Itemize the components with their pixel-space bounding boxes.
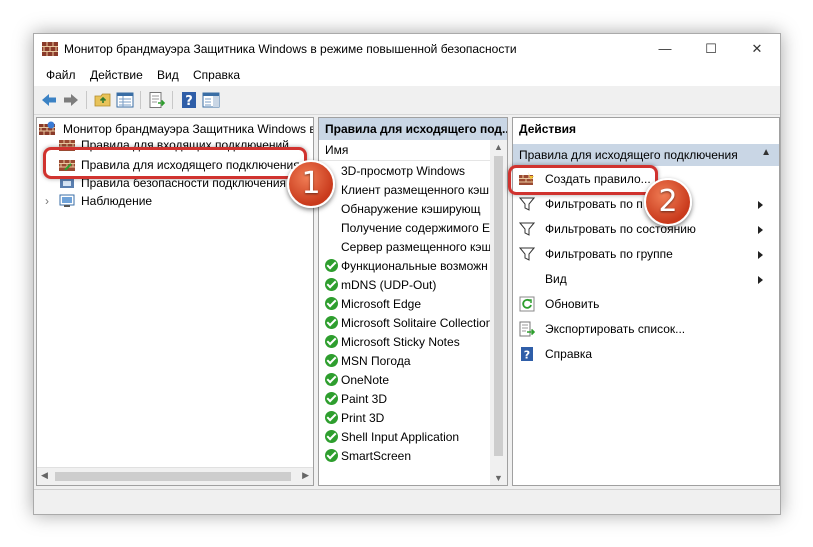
horizontal-scrollbar[interactable]: ◀ ▶ [37, 467, 313, 485]
export-icon [519, 321, 536, 337]
toolbar-separator [172, 91, 173, 109]
enabled-check-icon [325, 411, 338, 424]
svg-text:?: ? [185, 94, 193, 109]
rule-name: Обнаружение кэширующ [341, 202, 481, 216]
forward-arrow-icon[interactable] [62, 91, 80, 109]
callout-highlight-outbound-rules [43, 147, 307, 179]
action-item[interactable]: Экспортировать список... [519, 318, 773, 340]
export-list-icon[interactable] [148, 91, 166, 109]
enabled-check-icon [325, 259, 338, 272]
actions-pane-header: Действия [513, 118, 779, 140]
scroll-right-icon[interactable]: ▶ [302, 470, 309, 481]
menu-bar: Файл Действие Вид Справка [34, 64, 780, 86]
rule-name: Сервер размещенного кэш [341, 240, 492, 254]
column-header-name[interactable]: Имя [319, 140, 507, 161]
enabled-check-icon [325, 430, 338, 443]
rule-name: MSN Погода [341, 354, 411, 368]
close-button[interactable]: ✕ [734, 34, 780, 64]
submenu-arrow-icon [758, 276, 763, 284]
action-item[interactable]: Фильтровать по состоянию [518, 218, 773, 240]
actions-section-header[interactable]: Правила для исходящего подключения ▲ [513, 144, 779, 166]
scrollbar-thumb[interactable] [494, 156, 503, 456]
enabled-check-icon [325, 392, 338, 405]
firewall-icon [39, 121, 55, 135]
rule-name: Функциональные возможн [341, 259, 488, 273]
help-icon: ? [519, 346, 535, 362]
action-label: Экспортировать список... [545, 322, 686, 336]
enabled-check-icon [325, 449, 338, 462]
monitoring-icon [59, 194, 75, 207]
rule-name: Shell Input Application [341, 430, 460, 444]
rule-name: mDNS (UDP-Out) [341, 278, 437, 292]
menu-action[interactable]: Действие [90, 68, 143, 82]
rules-pane-header: Правила для исходящего под... [319, 118, 507, 140]
rule-name: Print 3D [341, 411, 385, 425]
action-item[interactable]: ? Справка [519, 343, 773, 365]
rule-name: Клиент размещенного кэш [341, 183, 490, 197]
enabled-check-icon [325, 316, 338, 329]
app-window: Монитор брандмауэра Защитника Windows в … [33, 33, 781, 515]
title-bar: Монитор брандмауэра Защитника Windows в … [34, 34, 780, 64]
enabled-check-icon [325, 278, 338, 291]
filter-icon [518, 246, 536, 262]
action-item[interactable]: Обновить [519, 293, 773, 315]
scroll-up-icon[interactable]: ▲ [494, 142, 503, 152]
rule-name: Microsoft Sticky Notes [341, 335, 460, 349]
up-folder-icon[interactable] [94, 91, 112, 109]
filter-icon [518, 196, 536, 212]
action-item[interactable]: Вид [519, 268, 773, 290]
rules-list-pane: Правила для исходящего под... Имя 3D-про… [318, 117, 508, 486]
action-label: Справка [545, 347, 593, 361]
filter-icon [518, 221, 536, 237]
scroll-down-icon[interactable]: ▼ [494, 473, 503, 483]
actions-section-label: Правила для исходящего подключения [519, 148, 738, 162]
toolbar-separator [86, 91, 87, 109]
rule-name: Paint 3D [341, 392, 388, 406]
submenu-arrow-icon [758, 226, 763, 234]
collapse-arrow-icon[interactable]: ▲ [761, 147, 771, 158]
action-label: Обновить [545, 297, 600, 311]
callout-highlight-create-rule [508, 165, 658, 195]
scroll-left-icon[interactable]: ◀ [41, 470, 48, 481]
minimize-button[interactable]: — [642, 34, 688, 64]
help-icon[interactable]: ? [180, 91, 198, 109]
action-item[interactable]: Фильтровать по группе [518, 243, 773, 265]
rule-name: Получение содержимого Е [341, 221, 490, 235]
rule-name: Microsoft Solitaire Collection [341, 316, 493, 330]
rule-name: OneNote [341, 373, 390, 387]
firewall-app-icon [42, 42, 58, 56]
menu-help[interactable]: Справка [193, 68, 240, 82]
toolbar-separator [140, 91, 141, 109]
expand-chevron-icon[interactable]: › [45, 192, 49, 210]
action-label: Фильтровать по п [545, 197, 643, 211]
action-label: Фильтровать по группе [545, 247, 673, 261]
step-badge-1: 1 [287, 160, 335, 208]
rule-name: 3D-просмотр Windows [341, 164, 466, 178]
rule-name: SmartScreen [341, 449, 412, 463]
rule-name: Microsoft Edge [341, 297, 422, 311]
menu-view[interactable]: Вид [157, 68, 179, 82]
maximize-button[interactable]: ☐ [688, 34, 734, 64]
enabled-check-icon [325, 373, 338, 386]
enabled-check-icon [325, 354, 338, 367]
show-hide-tree-icon[interactable] [116, 91, 134, 109]
action-label: Вид [545, 272, 567, 286]
svg-text:?: ? [524, 349, 530, 362]
submenu-arrow-icon [758, 251, 763, 259]
tree-item-label: Наблюдение [81, 194, 153, 208]
status-bar [34, 489, 780, 514]
menu-file[interactable]: Файл [46, 68, 76, 82]
enabled-check-icon [325, 297, 338, 310]
enabled-check-icon [325, 335, 338, 348]
back-arrow-icon[interactable] [40, 91, 58, 109]
show-hide-action-pane-icon[interactable] [202, 91, 220, 109]
toolbar: ? [34, 86, 780, 115]
submenu-arrow-icon [758, 201, 763, 209]
step-badge-2: 2 [644, 178, 692, 226]
vertical-scrollbar[interactable]: ▲ ▼ [490, 140, 507, 485]
refresh-icon [519, 296, 535, 312]
window-title: Монитор брандмауэра Защитника Windows в … [64, 42, 517, 56]
scrollbar-thumb[interactable] [55, 472, 291, 481]
